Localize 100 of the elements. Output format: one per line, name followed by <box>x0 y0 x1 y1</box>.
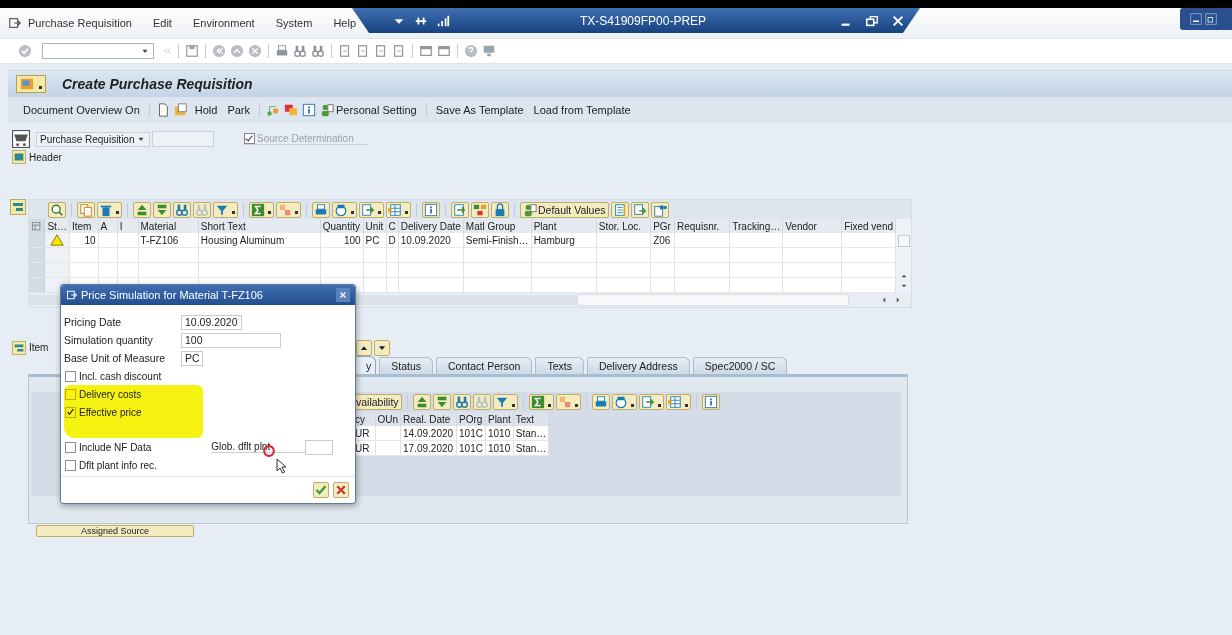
expand-icon[interactable] <box>12 340 26 355</box>
toolbar-button[interactable] <box>97 201 122 218</box>
menu-item[interactable]: Environment <box>192 17 255 29</box>
export-icon[interactable] <box>361 202 375 217</box>
tab[interactable]: Status <box>379 357 434 374</box>
input-field[interactable]: 100 <box>181 332 281 348</box>
tree-icon[interactable] <box>266 103 280 117</box>
minimize-icon[interactable] <box>1190 13 1202 25</box>
column-header[interactable]: OUn <box>375 412 401 426</box>
menu-item[interactable]: Edit <box>152 17 172 29</box>
layout-icon[interactable] <box>667 395 682 409</box>
column-header[interactable]: Text <box>513 412 549 426</box>
layout-icon[interactable] <box>388 202 402 217</box>
document-type-dropdown[interactable]: Purchase Requisition <box>36 131 150 147</box>
tab[interactable]: Spec2000 / SC <box>692 357 788 374</box>
window-icon[interactable] <box>419 44 433 58</box>
default-values-button[interactable]: Default Values <box>520 201 609 218</box>
column-header[interactable]: Real. Date <box>400 412 457 426</box>
horizontal-scrollbar[interactable] <box>577 294 849 306</box>
view-icon[interactable] <box>334 202 348 217</box>
personal-setting-button[interactable]: Personal Setting <box>336 104 422 116</box>
save-as-template-button[interactable]: Save As Template <box>430 104 529 116</box>
checkbox-label[interactable]: Effective price <box>79 406 142 418</box>
column-header[interactable]: PGr <box>650 219 675 233</box>
column-header[interactable]: Vendor <box>782 219 842 233</box>
checkbox-label[interactable]: Incl. cash discount <box>79 370 162 382</box>
toolbar-button[interactable] <box>249 201 274 218</box>
subtotal-icon[interactable] <box>278 202 292 217</box>
toolbar-button[interactable] <box>276 201 301 218</box>
toolbar-button[interactable] <box>638 394 664 410</box>
tab[interactable]: Texts <box>535 357 584 374</box>
expand-icon[interactable] <box>10 199 26 215</box>
assigned-source-button[interactable]: Assigned Source <box>36 525 194 537</box>
toolbar-button[interactable] <box>492 394 518 410</box>
menu-item[interactable]: Purchase Requisition <box>28 17 132 29</box>
toolbar-button[interactable] <box>665 394 691 410</box>
command-field[interactable] <box>42 43 154 59</box>
toolbar-button[interactable] <box>528 394 554 410</box>
binoculars-icon[interactable] <box>311 44 325 58</box>
restore-icon[interactable] <box>865 13 880 28</box>
toolbar-button[interactable] <box>386 201 411 218</box>
menu-item[interactable]: System <box>275 17 313 29</box>
menu-icon[interactable] <box>8 16 22 30</box>
toolbar-button[interactable] <box>332 201 357 218</box>
view-icon[interactable] <box>613 395 628 409</box>
column-header[interactable]: A <box>98 219 118 233</box>
sum-icon[interactable] <box>530 395 545 409</box>
checkbox[interactable] <box>65 370 76 382</box>
person-settings-icon[interactable] <box>523 202 537 217</box>
signal-icon[interactable] <box>436 13 450 28</box>
checkbox-label[interactable]: Dflt plant info rec. <box>79 459 157 471</box>
export-icon[interactable] <box>640 395 655 409</box>
column-header[interactable]: Plant <box>485 412 514 426</box>
column-header[interactable]: Delivery Date <box>398 219 464 233</box>
folder-icon[interactable] <box>173 103 188 117</box>
monitor-icon[interactable] <box>482 44 496 58</box>
cart-icon[interactable] <box>12 130 30 148</box>
checkbox[interactable] <box>65 406 76 418</box>
window-icon[interactable] <box>437 44 451 58</box>
column-header[interactable]: Plant <box>531 219 597 233</box>
column-header[interactable]: POrg <box>456 412 486 426</box>
column-header[interactable]: St… <box>44 219 70 233</box>
expand-icon[interactable] <box>12 150 26 164</box>
document-number-field[interactable] <box>152 131 214 147</box>
binoculars-icon[interactable] <box>293 44 307 58</box>
toolbar-button[interactable] <box>213 201 238 218</box>
page-icon[interactable] <box>338 44 352 58</box>
page-icon[interactable] <box>392 44 406 58</box>
toolbar-button[interactable] <box>555 394 581 410</box>
print-icon[interactable] <box>275 44 289 58</box>
save-icon[interactable] <box>185 44 199 58</box>
check-icon[interactable] <box>18 44 32 58</box>
load-from-template-button[interactable]: Load from Template <box>528 104 636 116</box>
tab[interactable]: Delivery Address <box>586 357 690 374</box>
checkbox[interactable] <box>65 388 76 400</box>
column-header[interactable]: Stor. Loc. <box>596 219 651 233</box>
sum-icon[interactable] <box>251 202 265 217</box>
page-icon[interactable] <box>356 44 370 58</box>
person-settings-icon[interactable] <box>320 103 334 117</box>
column-header[interactable]: Fixed vend <box>841 219 896 233</box>
vertical-scrollbar[interactable] <box>896 219 911 293</box>
scroll-thumb[interactable] <box>897 235 910 247</box>
menu-item[interactable]: Help <box>333 17 356 29</box>
column-header[interactable]: Unit <box>363 219 387 233</box>
column-header[interactable]: I <box>117 219 139 233</box>
park-button[interactable]: Park <box>222 104 255 116</box>
availability-button[interactable]: vailability <box>353 394 402 410</box>
note-icon[interactable] <box>284 103 298 117</box>
checkbox-label[interactable]: Include NF Data <box>79 441 152 453</box>
input-field[interactable]: PC <box>181 350 203 366</box>
column-header[interactable]: Short Text <box>198 219 321 233</box>
toolbar-button[interactable] <box>359 201 384 218</box>
screen-menu-button[interactable] <box>16 75 46 93</box>
screen-icon[interactable] <box>20 77 34 91</box>
close-icon[interactable] <box>891 13 906 28</box>
column-header[interactable]: Material <box>138 219 199 233</box>
tab[interactable]: Contact Person <box>436 357 533 374</box>
input-field[interactable] <box>305 439 334 455</box>
info-icon[interactable] <box>302 103 316 117</box>
select-all-icon[interactable] <box>31 220 42 232</box>
